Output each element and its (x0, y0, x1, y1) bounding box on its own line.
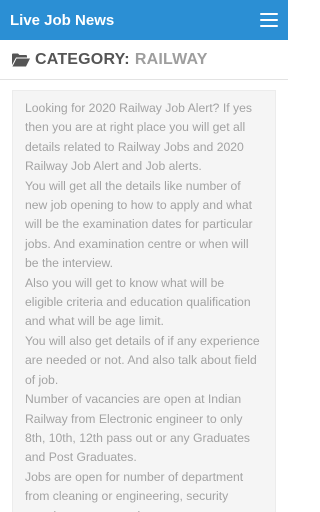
category-label: CATEGORY: (35, 50, 130, 68)
post-paragraph: Also you will get to know what will be e… (25, 275, 251, 329)
menu-line (260, 13, 278, 15)
post-text: Looking for 2020 Railway Job Alert? If y… (25, 99, 263, 512)
post-paragraph: Jobs are open for number of department f… (25, 469, 244, 512)
post-paragraph: Looking for 2020 Railway Job Alert? If y… (25, 101, 252, 174)
post-paragraph: Number of vacancies are open at Indian R… (25, 392, 250, 465)
post-content-card: Looking for 2020 Railway Job Alert? If y… (12, 90, 276, 512)
menu-line (260, 25, 278, 27)
category-header: CATEGORY: RAILWAY (0, 40, 288, 80)
hamburger-menu-icon[interactable] (260, 13, 278, 27)
post-paragraph: You will get all the details like number… (25, 178, 253, 271)
menu-line (260, 19, 278, 21)
post-paragraph: You will also get details of if any expe… (25, 333, 260, 387)
site-title[interactable]: Live Job News (10, 12, 114, 29)
top-app-bar: Live Job News (0, 0, 288, 40)
category-name: RAILWAY (134, 50, 208, 68)
folder-open-icon (12, 53, 30, 66)
